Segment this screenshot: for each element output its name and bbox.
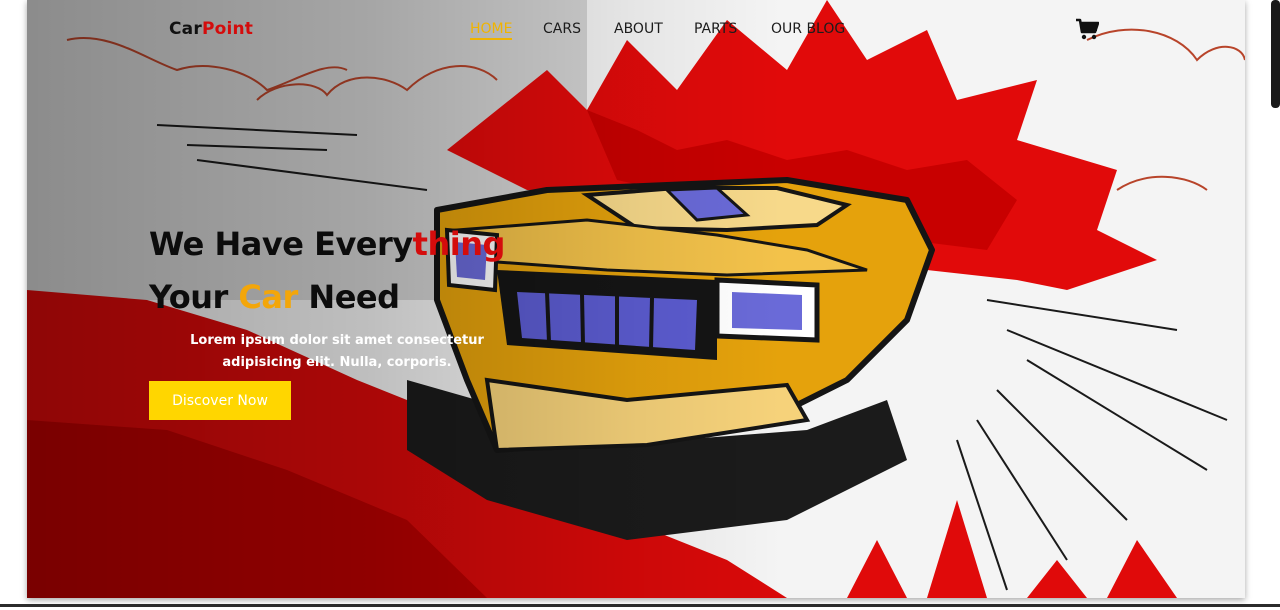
hero-section: CarPoint HOME CARS ABOUT PARTS OUR BLOG …	[27, 0, 1245, 598]
discover-now-button[interactable]: Discover Now	[149, 381, 291, 420]
navbar: CarPoint HOME CARS ABOUT PARTS OUR BLOG	[27, 0, 1245, 60]
hero-description: Lorem ipsum dolor sit amet consectetur a…	[190, 333, 484, 370]
hero-title-highlight-red: thing	[412, 225, 506, 263]
main-nav: HOME CARS ABOUT PARTS OUR BLOG	[27, 21, 1245, 45]
hero-title-highlight-gold: Car	[238, 278, 298, 316]
page-divider	[0, 604, 1280, 607]
nav-blog[interactable]: OUR BLOG	[771, 21, 845, 37]
hero-title-text: We Have Every	[149, 225, 413, 263]
hero-title: We Have Everything Your Car Need	[149, 218, 505, 324]
hero-title-line1: We Have Everything	[149, 225, 505, 263]
page-scrollbar[interactable]	[1271, 0, 1280, 108]
nav-cars[interactable]: CARS	[543, 21, 581, 37]
nav-home[interactable]: HOME	[470, 21, 513, 40]
hero-title-text-3: Need	[297, 278, 400, 316]
hero-title-text-2: Your	[149, 278, 239, 316]
hero-title-line2: Your Car Need	[149, 278, 400, 316]
nav-about[interactable]: ABOUT	[614, 21, 663, 37]
nav-parts[interactable]: PARTS	[694, 21, 737, 37]
shopping-cart-icon[interactable]	[1075, 18, 1099, 40]
